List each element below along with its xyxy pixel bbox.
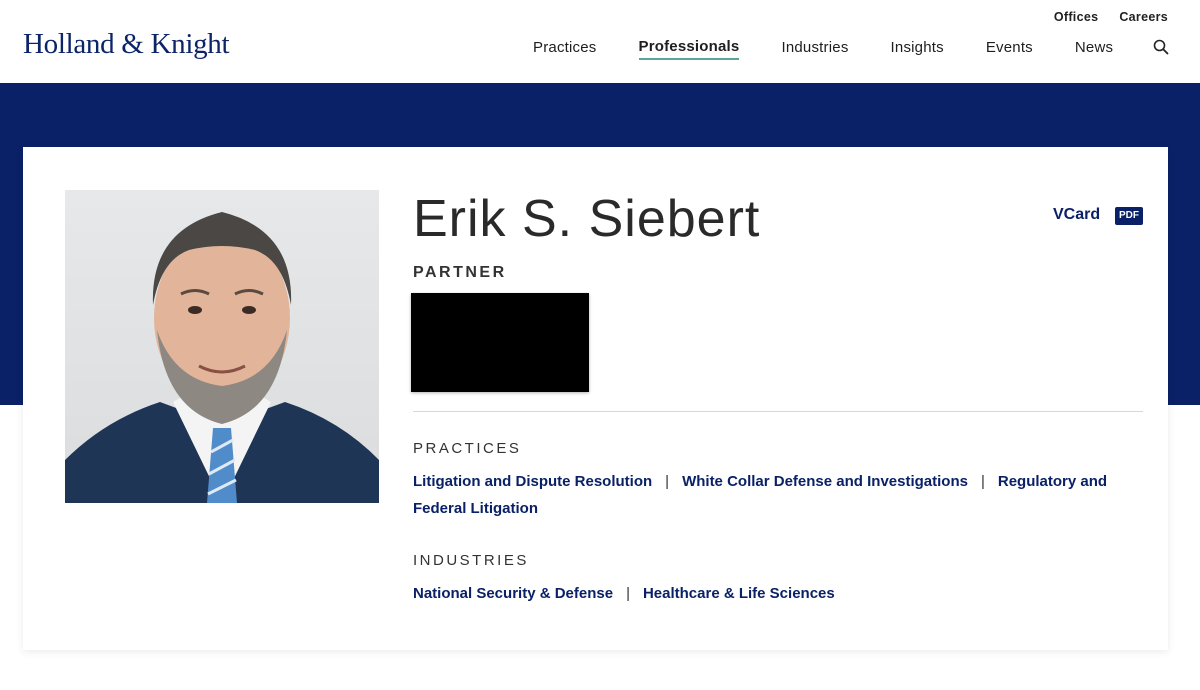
nav-events[interactable]: Events bbox=[986, 39, 1033, 59]
search-icon[interactable] bbox=[1153, 39, 1169, 55]
nav-news[interactable]: News bbox=[1075, 39, 1113, 59]
practices-list: Litigation and Dispute Resolution | White … bbox=[413, 468, 1143, 522]
nav-industries[interactable]: Industries bbox=[781, 39, 848, 59]
practice-link-white-collar[interactable]: White Collar Defense and Investigations bbox=[682, 473, 968, 490]
professional-name: Erik S. Siebert bbox=[413, 190, 761, 248]
profile-card: Erik S. Siebert VCard PDF PARTNER PRACTI… bbox=[23, 147, 1168, 650]
utility-nav: Offices Careers bbox=[1054, 10, 1168, 24]
industry-link-national-security[interactable]: National Security & Defense bbox=[413, 585, 613, 602]
pdf-icon[interactable]: PDF bbox=[1115, 207, 1143, 225]
main-nav: Practices Professionals Industries Insig… bbox=[533, 38, 1169, 60]
practice-link-litigation[interactable]: Litigation and Dispute Resolution bbox=[413, 473, 652, 490]
careers-link[interactable]: Careers bbox=[1119, 10, 1168, 24]
separator: | bbox=[626, 585, 630, 602]
industries-heading: INDUSTRIES bbox=[413, 552, 529, 569]
professional-title: PARTNER bbox=[413, 264, 507, 281]
nav-practices[interactable]: Practices bbox=[533, 39, 597, 59]
offices-link[interactable]: Offices bbox=[1054, 10, 1098, 24]
divider bbox=[413, 411, 1143, 412]
nav-professionals[interactable]: Professionals bbox=[638, 38, 740, 60]
redacted-block bbox=[411, 293, 589, 392]
vcard-link[interactable]: VCard bbox=[1053, 206, 1100, 224]
nav-insights[interactable]: Insights bbox=[891, 39, 944, 59]
practices-heading: PRACTICES bbox=[413, 440, 522, 457]
professional-headshot bbox=[65, 190, 379, 503]
site-header: Holland & Knight Offices Careers Practic… bbox=[0, 0, 1200, 83]
separator: | bbox=[665, 473, 670, 490]
industries-list: National Security & Defense | Healthcare &… bbox=[413, 580, 1143, 607]
holland-knight-logo[interactable]: Holland & Knight bbox=[23, 28, 230, 61]
industry-link-healthcare[interactable]: Healthcare & Life Sciences bbox=[643, 585, 835, 602]
separator: | bbox=[980, 473, 985, 490]
